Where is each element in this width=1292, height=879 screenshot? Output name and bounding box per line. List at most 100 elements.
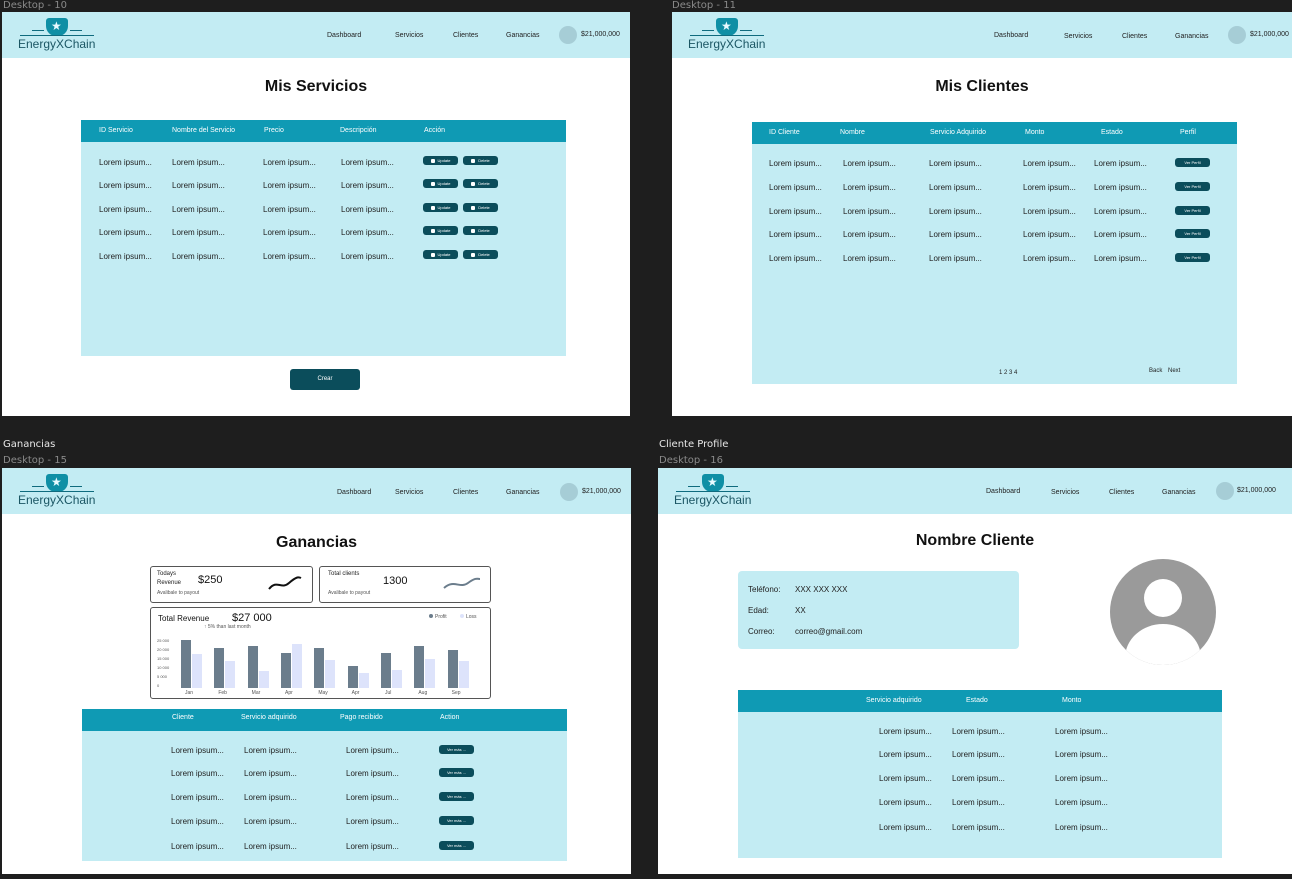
ver-mas-button[interactable]: Ver más ...	[439, 768, 474, 777]
user-avatar[interactable]	[559, 26, 577, 44]
table-cell: Lorem ipsum...	[843, 159, 896, 168]
col-servicio-adquirido: Servicio adquirido	[241, 714, 297, 721]
table-cell: Lorem ipsum...	[172, 252, 225, 261]
table-cell: Lorem ipsum...	[929, 207, 982, 216]
table-cell: Lorem ipsum...	[929, 183, 982, 192]
table-cell: Lorem ipsum...	[1023, 230, 1076, 239]
x-tick-label: Apr	[351, 690, 360, 696]
table-row: Lorem ipsum... Lorem ipsum... Lorem ipsum.…	[752, 182, 1237, 195]
table-row: Lorem ipsum... Lorem ipsum... Lorem ipsum.…	[738, 798, 1222, 810]
delete-label: Delete	[478, 252, 490, 257]
revenue-bar-chart	[179, 638, 479, 688]
update-button[interactable]: Update	[423, 156, 458, 165]
nav-ganancias[interactable]: Ganancias	[506, 489, 539, 496]
ver-mas-button[interactable]: Ver más ...	[439, 745, 474, 754]
services-history-table: Servicio adquirido Estado Monto Lorem ip…	[738, 690, 1222, 858]
table-cell: Lorem ipsum...	[346, 817, 399, 826]
delete-button[interactable]: Delete	[463, 250, 498, 259]
nav-ganancias[interactable]: Ganancias	[1162, 489, 1195, 496]
update-button[interactable]: Update	[423, 226, 458, 235]
col-action: Action	[440, 714, 460, 721]
table-cell: Lorem ipsum...	[879, 750, 932, 759]
pagination-pages[interactable]: 1 2 3 4	[999, 370, 1017, 376]
table-cell: Lorem ipsum...	[263, 181, 316, 190]
user-avatar[interactable]	[1216, 482, 1234, 500]
update-button[interactable]: Update	[423, 250, 458, 259]
col-servicio-adquirido: Servicio Adquirido	[930, 129, 987, 136]
col-cliente: Cliente	[172, 714, 194, 721]
brand-logo[interactable]: ★ EnergyXChain	[674, 474, 754, 510]
top-nav: ★ EnergyXChain Dashboard Servicios Clien…	[672, 12, 1292, 58]
back-link[interactable]: Back	[1149, 368, 1162, 374]
nav-dashboard[interactable]: Dashboard	[327, 32, 361, 39]
ver-mas-button[interactable]: Ver más ...	[439, 816, 474, 825]
frame-label-desktop-16: Desktop - 16	[659, 455, 723, 466]
view-profile-button[interactable]: Ver Perfil	[1175, 253, 1210, 262]
table-cell: Lorem ipsum...	[879, 727, 932, 736]
user-avatar[interactable]	[560, 483, 578, 501]
brand-name: EnergyXChain	[688, 37, 766, 51]
brand-name: EnergyXChain	[674, 493, 752, 507]
table-cell: Lorem ipsum...	[341, 228, 394, 237]
frame-mis-clientes: ★ EnergyXChain Dashboard Servicios Clien…	[672, 12, 1292, 416]
nav-clientes[interactable]: Clientes	[453, 489, 478, 496]
user-avatar[interactable]	[1228, 26, 1246, 44]
nav-clientes[interactable]: Clientes	[453, 32, 478, 39]
legend-profit-swatch	[429, 614, 433, 618]
nav-dashboard[interactable]: Dashboard	[337, 489, 371, 496]
update-button[interactable]: Update	[423, 203, 458, 212]
y-tick-label: 20 000	[157, 647, 170, 652]
nav-dashboard[interactable]: Dashboard	[986, 488, 1020, 495]
table-cell: Lorem ipsum...	[244, 746, 297, 755]
col-monto: Monto	[1025, 129, 1045, 136]
delete-button[interactable]: Delete	[463, 156, 498, 165]
view-profile-button[interactable]: Ver Perfil	[1175, 206, 1210, 215]
nav-clientes[interactable]: Clientes	[1109, 489, 1134, 496]
brand-logo[interactable]: ★ EnergyXChain	[688, 18, 768, 54]
ver-mas-button[interactable]: Ver más ...	[439, 841, 474, 850]
table-cell: Lorem ipsum...	[99, 252, 152, 261]
star-icon: ★	[51, 475, 62, 489]
table-cell: Lorem ipsum...	[346, 842, 399, 851]
nav-clientes[interactable]: Clientes	[1122, 33, 1147, 40]
nav-ganancias[interactable]: Ganancias	[1175, 33, 1208, 40]
next-link[interactable]: Next	[1168, 368, 1180, 374]
nav-ganancias[interactable]: Ganancias	[506, 32, 539, 39]
delete-button[interactable]: Delete	[463, 203, 498, 212]
trash-icon	[471, 158, 476, 163]
create-button[interactable]: Crear	[290, 369, 360, 390]
table-cell: Lorem ipsum...	[263, 252, 316, 261]
bar-loss	[192, 654, 202, 688]
ver-mas-button[interactable]: Ver más ...	[439, 792, 474, 801]
x-tick-label: Feb	[218, 690, 227, 696]
delete-button[interactable]: Delete	[463, 226, 498, 235]
delete-button[interactable]: Delete	[463, 179, 498, 188]
table-row: Lorem ipsum... Lorem ipsum... Lorem ipsum.…	[752, 206, 1237, 219]
x-tick-label: May	[318, 690, 328, 696]
update-button[interactable]: Update	[423, 179, 458, 188]
table-cell: Lorem ipsum...	[346, 746, 399, 755]
nav-servicios[interactable]: Servicios	[1051, 489, 1079, 496]
nav-dashboard[interactable]: Dashboard	[994, 32, 1028, 39]
nav-servicios[interactable]: Servicios	[395, 489, 423, 496]
page-title: Mis Servicios	[264, 78, 368, 95]
view-profile-button[interactable]: Ver Perfil	[1175, 182, 1210, 191]
view-profile-button[interactable]: Ver Perfil	[1175, 229, 1210, 238]
todays-revenue-sub: Avalibale to payout	[157, 590, 200, 596]
brand-logo[interactable]: ★ EnergyXChain	[18, 474, 98, 510]
brand-logo[interactable]: ★ EnergyXChain	[18, 18, 98, 54]
table-row: Lorem ipsum... Lorem ipsum... Lorem ipsum.…	[81, 179, 566, 193]
trash-icon	[471, 252, 476, 257]
legend-loss-swatch	[460, 614, 464, 618]
frame-mis-servicios: ★ EnergyXChain Dashboard Servicios Clien…	[2, 12, 630, 416]
nav-servicios[interactable]: Servicios	[1064, 33, 1092, 40]
table-cell: Lorem ipsum...	[244, 817, 297, 826]
view-profile-button[interactable]: Ver Perfil	[1175, 158, 1210, 167]
x-tick-label: Sep	[451, 690, 461, 696]
y-tick-label: 25 000	[157, 638, 170, 643]
nav-servicios[interactable]: Servicios	[395, 32, 423, 39]
bar-profit	[447, 650, 458, 688]
table-cell: Lorem ipsum...	[952, 774, 1005, 783]
page-title: Mis Clientes	[935, 78, 1029, 95]
email-value: correo@gmail.com	[795, 627, 863, 636]
